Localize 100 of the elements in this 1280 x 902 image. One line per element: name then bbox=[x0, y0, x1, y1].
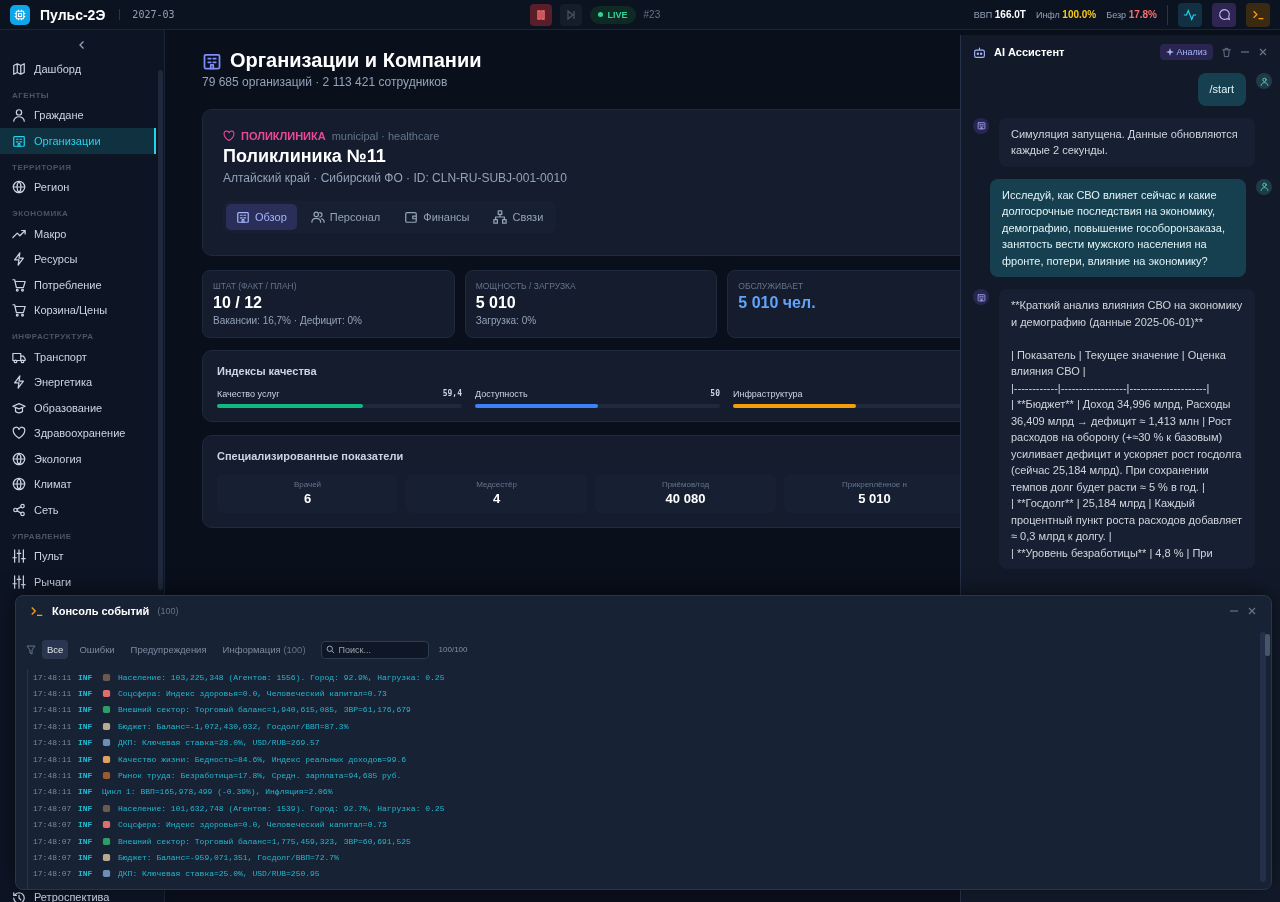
step-button[interactable] bbox=[559, 3, 582, 26]
sidebar-item[interactable]: Организации bbox=[0, 128, 156, 154]
sidebar-item[interactable]: Регион bbox=[0, 174, 156, 200]
metric-value: 5 010 bbox=[858, 491, 891, 506]
log-message: Бюджет: Баланс=-959,071,351, Госдолг/ВВП=72.7% bbox=[118, 853, 339, 862]
sidebar-item[interactable]: Макро bbox=[0, 221, 156, 247]
organization-type: ПОЛИКЛИНИКА bbox=[241, 130, 326, 142]
log-level: INF bbox=[78, 705, 94, 715]
organization-details: Алтайский край · Сибирский ФО · ID: CLN-RU-SUBJ-001-0010 bbox=[223, 171, 568, 185]
sidebar-item[interactable]: Ресурсы bbox=[0, 246, 156, 272]
filter-tab[interactable]: Информация (100) bbox=[217, 640, 311, 659]
log-message: Соцсфера: Индекс здоровья=0.0, Человеческий капитал=0.73 bbox=[118, 820, 387, 830]
user-message: Исследуй, как СВО влияет сейчас и какие долгосрочные последствия на экономику, демографию, повышение гособоронзаказа, занятость вести мужского населения на фронте, потери, влияние на экономику? bbox=[990, 178, 1246, 277]
log-level: INF bbox=[78, 853, 94, 862]
index-name: Доступность bbox=[475, 389, 528, 399]
sliders-icon bbox=[12, 549, 26, 564]
cycle-number: #23 bbox=[643, 9, 661, 20]
sidebar-item[interactable]: Климат bbox=[0, 471, 156, 497]
stat-label: МОЩНОСТЬ / ЗАГРУЗКА bbox=[475, 281, 577, 291]
sidebar-item[interactable]: Энергетика bbox=[0, 369, 156, 395]
scrollbar[interactable] bbox=[158, 70, 163, 590]
tab[interactable]: Персонал bbox=[300, 204, 391, 230]
network-icon bbox=[493, 210, 508, 224]
log-level: INF bbox=[78, 721, 94, 731]
filter-tab[interactable]: Ошибки bbox=[74, 640, 120, 659]
close-button[interactable] bbox=[1258, 47, 1268, 57]
indicator: Инфл 100.0% bbox=[1035, 9, 1097, 20]
log-time: 17:48:11 bbox=[33, 721, 73, 731]
scrollbar-thumb[interactable] bbox=[1265, 634, 1270, 656]
tab[interactable]: Обзор bbox=[226, 204, 297, 230]
log-level: INF bbox=[78, 771, 94, 781]
chat-bubble-icon bbox=[1217, 8, 1231, 21]
sidebar-item[interactable]: Образование bbox=[0, 395, 156, 421]
sidebar-item[interactable]: Дашборд bbox=[0, 56, 156, 82]
sidebar-item[interactable]: Потребление bbox=[0, 272, 156, 298]
section-heading: УПРАВЛЕНИЕ bbox=[11, 530, 73, 543]
sidebar-item[interactable]: Транспорт bbox=[0, 344, 156, 370]
index-name: Качество услуг bbox=[217, 389, 280, 399]
history-icon bbox=[12, 891, 26, 902]
chat-button[interactable] bbox=[1212, 2, 1236, 27]
activity-button[interactable] bbox=[1178, 2, 1202, 27]
close-icon bbox=[1258, 47, 1268, 57]
log-time: 17:48:07 bbox=[33, 803, 73, 813]
console-button[interactable] bbox=[1246, 2, 1270, 27]
log-time: 17:48:07 bbox=[33, 869, 73, 879]
filter-tab[interactable]: Предупреждения bbox=[125, 640, 212, 659]
log-message: Население: 103,225,348 (Агентов: 1556). Город: 92.9%, Нагрузка: 0.25 bbox=[118, 672, 445, 682]
close-button[interactable] bbox=[1247, 606, 1257, 616]
section-heading: АГЕНТЫ bbox=[11, 89, 51, 102]
card-title: Специализированные показатели bbox=[217, 450, 405, 462]
console-count: (100) bbox=[157, 606, 180, 616]
log-message: Бюджет: Баланс=-1,072,430,032, Госдолг/ВВП=87.3% bbox=[118, 721, 349, 731]
sidebar-item[interactable]: Сеть bbox=[0, 497, 156, 523]
section-heading: ТЕРРИТОРИЯ bbox=[11, 161, 73, 174]
filter-icon bbox=[26, 644, 36, 655]
delete-button[interactable] bbox=[1221, 46, 1232, 58]
scrollbar[interactable] bbox=[1260, 632, 1266, 882]
filter-tab[interactable]: Все bbox=[42, 640, 69, 659]
tab[interactable]: Связи bbox=[483, 204, 554, 230]
search-field[interactable]: Поиск... bbox=[320, 640, 429, 659]
pause-icon bbox=[535, 9, 546, 20]
analysis-button[interactable]: Анализ bbox=[1159, 44, 1213, 60]
log-time: 17:48:11 bbox=[33, 689, 73, 699]
app-title: Пульс-2Э bbox=[40, 6, 106, 23]
sidebar-item[interactable]: Корзина/Цены bbox=[0, 297, 156, 323]
sidebar-item[interactable]: Здравоохранение bbox=[0, 420, 156, 446]
log-level: INF bbox=[78, 787, 94, 797]
tab[interactable]: Финансы bbox=[394, 204, 480, 230]
cap-icon bbox=[12, 400, 26, 415]
indicator: ВВП 166.0T bbox=[973, 9, 1026, 20]
pause-button[interactable] bbox=[529, 3, 552, 26]
stat-note: Загрузка: 0% bbox=[475, 315, 538, 326]
metric-label: Медсестёр bbox=[476, 480, 517, 489]
sidebar-item[interactable]: Рычаги bbox=[0, 569, 156, 595]
section-heading: ЭКОНОМИКА bbox=[11, 208, 70, 220]
card-title: Индексы качества bbox=[217, 365, 318, 377]
log-level: INF bbox=[78, 836, 94, 846]
collapse-icon[interactable] bbox=[77, 40, 87, 50]
sim-date: 2027-03 bbox=[119, 9, 175, 20]
cart-icon bbox=[12, 277, 26, 292]
metric-label: Врачей bbox=[293, 480, 322, 489]
sidebar-item[interactable]: Пульт bbox=[0, 543, 156, 569]
log-message: Рынок труда: Безработица=17.8%, Средн. зарплата=94,685 руб. bbox=[118, 771, 402, 781]
log-time: 17:48:07 bbox=[33, 853, 73, 862]
building-icon bbox=[12, 133, 26, 148]
bolt-icon bbox=[12, 252, 26, 267]
log-time: 17:48:11 bbox=[33, 672, 73, 682]
stat-label: ОБСЛУЖИВАЕТ bbox=[738, 281, 805, 291]
sparkle-icon bbox=[1165, 48, 1174, 56]
log-time: 17:48:11 bbox=[33, 754, 73, 764]
stat-note: Вакансии: 16,7% · Дефицит: 0% bbox=[213, 315, 363, 326]
log-message: Внешний сектор: Торговый баланс=1,775,459,323, ЗВР=60,691,525 bbox=[118, 836, 411, 846]
building-icon bbox=[236, 210, 250, 224]
index-value: 50 bbox=[710, 389, 720, 399]
stat-value: 5 010 чел. bbox=[738, 294, 817, 312]
log-time: 17:48:11 bbox=[33, 771, 73, 781]
metric-value: 6 bbox=[303, 491, 312, 506]
log-message: Цикл 1: ВВП=165,978,499 (-0.39%), Инфляция=2.06% bbox=[102, 787, 333, 797]
sidebar-item[interactable]: Экология bbox=[0, 446, 156, 472]
sidebar-item[interactable]: Граждане bbox=[0, 102, 156, 128]
